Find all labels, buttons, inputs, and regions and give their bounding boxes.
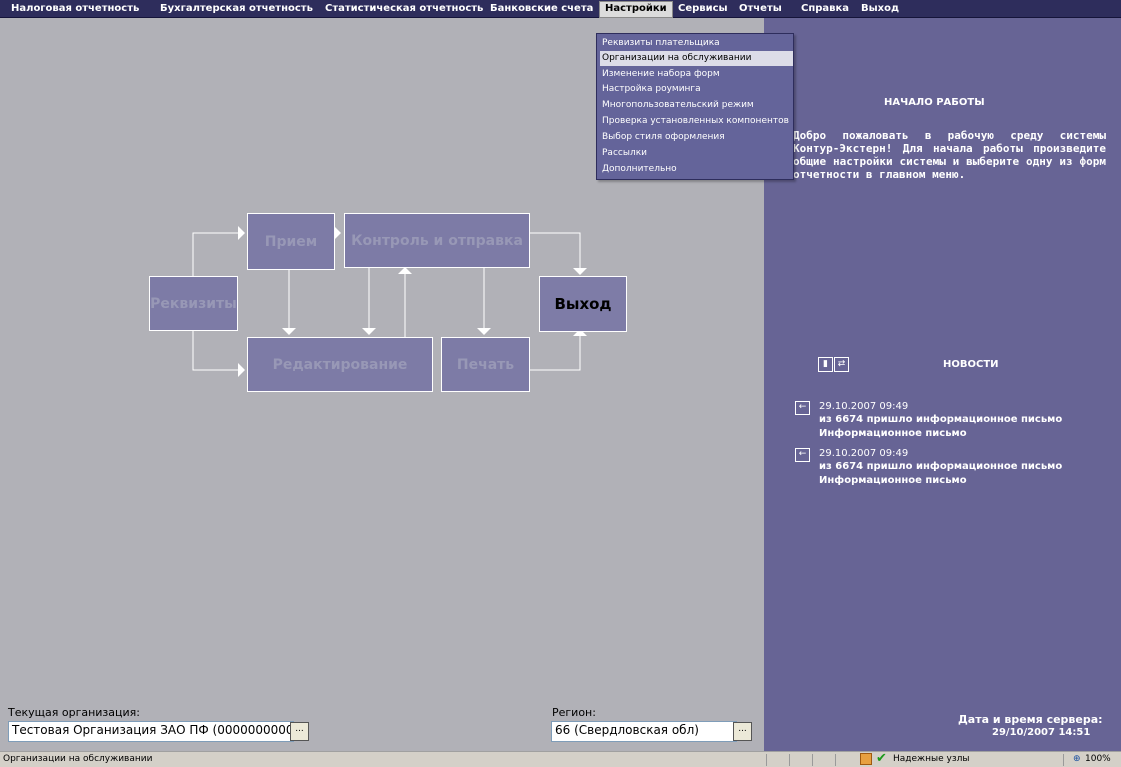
arrow-down-icon (282, 328, 296, 335)
dropdown-item-payer-details[interactable]: Реквизиты плательщика (600, 36, 793, 51)
info-pane (764, 18, 1121, 751)
region-label: Регион: (552, 706, 596, 719)
zoom-level[interactable]: 100% (1085, 754, 1111, 764)
dropdown-item-check-components[interactable]: Проверка установленных компонентов (600, 114, 793, 129)
dropdown-item-roaming[interactable]: Настройка роуминга (600, 82, 793, 97)
status-separator (812, 754, 813, 766)
document-icon[interactable]: ▮ (818, 357, 833, 372)
dropdown-item-mailings[interactable]: Рассылки (600, 146, 793, 161)
flow-box-pechat[interactable]: Печать (441, 337, 530, 392)
dropdown-item-serviced-orgs[interactable]: Организации на обслуживании (600, 51, 793, 66)
dropdown-item-style[interactable]: Выбор стиля оформления (600, 130, 793, 145)
lock-icon (860, 753, 872, 765)
dropdown-item-change-forms[interactable]: Изменение набора форм (600, 67, 793, 82)
arrow-left-icon[interactable]: ← (795, 448, 810, 462)
flow-box-kontrol-otpravka[interactable]: Контроль и отправка (344, 213, 530, 268)
arrow-right-icon (334, 226, 341, 240)
menu-help[interactable]: Справка (796, 2, 854, 16)
server-time-value: 29/10/2007 14:51 (992, 727, 1091, 738)
region-browse-button[interactable]: ... (733, 722, 752, 741)
status-separator (835, 754, 836, 766)
arrow-down-icon (477, 328, 491, 335)
news-subject: Информационное письмо (819, 475, 967, 486)
menu-exit[interactable]: Выход (856, 2, 904, 16)
arrow-left-icon[interactable]: ← (795, 401, 810, 415)
news-text: из 6674 пришло информационное письмо (819, 461, 1063, 472)
start-title: НАЧАЛО РАБОТЫ (884, 97, 985, 108)
checkmark-icon: ✔ (876, 751, 887, 766)
news-subject: Информационное письмо (819, 428, 967, 439)
dropdown-item-additional[interactable]: Дополнительно (600, 162, 793, 177)
arrow-right-icon (238, 363, 245, 377)
news-date: 29.10.2007 09:49 (819, 448, 909, 459)
flow-box-redaktirovanie[interactable]: Редактирование (247, 337, 433, 392)
news-text: из 6674 пришло информационное письмо (819, 414, 1063, 425)
current-org-field[interactable]: Тестовая Организация ЗАО ПФ (0000000000-… (8, 721, 294, 742)
current-org-label: Текущая организация: (8, 706, 140, 719)
zoom-icon[interactable]: ⊕ (1073, 754, 1081, 764)
flow-box-vyhod[interactable]: Выход (539, 276, 627, 332)
refresh-icon[interactable]: ⇄ (834, 357, 849, 372)
dropdown-item-multiuser[interactable]: Многопользовательский режим (600, 98, 793, 113)
status-separator (766, 754, 767, 766)
news-date: 29.10.2007 09:49 (819, 401, 909, 412)
status-bar: Организации на обслуживании ✔ Надежные у… (0, 751, 1121, 767)
flow-box-rekvizity[interactable]: Реквизиты (149, 276, 238, 331)
org-browse-button[interactable]: ... (290, 722, 309, 741)
arrow-down-icon (573, 268, 587, 275)
server-time-label: Дата и время сервера: (958, 713, 1103, 726)
flow-box-priem[interactable]: Прием (247, 213, 335, 270)
status-separator (1063, 754, 1064, 766)
arrow-right-icon (238, 226, 245, 240)
news-title: НОВОСТИ (943, 359, 999, 370)
welcome-text: Добро пожаловать в рабочую среду системы… (793, 129, 1106, 181)
status-text: Организации на обслуживании (3, 754, 153, 764)
arrow-down-icon (362, 328, 376, 335)
security-zone: Надежные узлы (893, 754, 970, 764)
settings-dropdown: Реквизиты плательщика Организации на обс… (596, 33, 794, 180)
status-separator (789, 754, 790, 766)
region-field[interactable]: 66 (Свердловская обл) (551, 721, 737, 742)
arrow-up-icon (398, 267, 412, 274)
